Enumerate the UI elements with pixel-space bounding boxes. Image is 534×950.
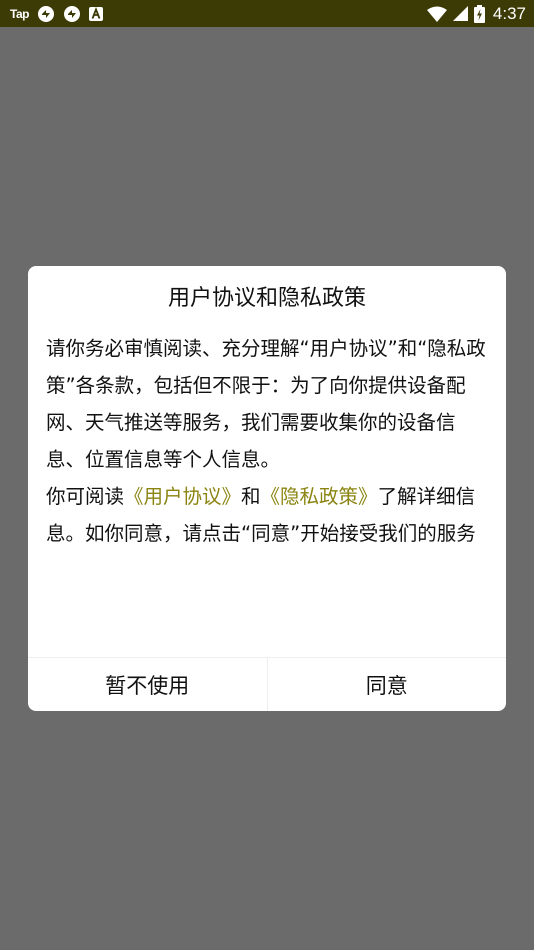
agree-button[interactable]: 同意 xyxy=(266,658,507,711)
dialog-title: 用户协议和隐私政策 xyxy=(167,286,366,311)
p2-middle-text: 和 xyxy=(241,485,261,508)
dialog-footer: 暂不使用 同意 xyxy=(28,657,506,711)
privacy-policy-link[interactable]: 《隐私政策》 xyxy=(261,485,378,508)
privacy-policy-dialog: 用户协议和隐私政策 请你务必审慎阅读、充分理解“用户协议”和“隐私政策”各条款，… xyxy=(28,266,506,711)
a-app-icon xyxy=(88,6,103,21)
dialog-paragraph-intro: 请你务必审慎阅读、充分理解“用户协议”和“隐私政策”各条款，包括但不限于：为了向… xyxy=(46,337,486,471)
status-time: 4:37 xyxy=(492,3,526,23)
wifi-icon xyxy=(426,6,447,22)
status-bar-left: Tap xyxy=(10,5,103,23)
dialog-body: 请你务必审慎阅读、充分理解“用户协议”和“隐私政策”各条款，包括但不限于：为了向… xyxy=(46,330,494,552)
decline-button[interactable]: 暂不使用 xyxy=(28,658,267,711)
status-bar: Tap 4:37 xyxy=(0,0,534,27)
battery-charging-icon xyxy=(473,4,485,23)
status-bar-right: 4:37 xyxy=(426,3,526,24)
sync-icon xyxy=(37,5,55,23)
dialog-paragraph-links: 你可阅读《用户协议》和《隐私政策》了解详细信息。如你同意，请点击“同意”开始接受… xyxy=(46,478,494,552)
signal-icon xyxy=(452,6,468,21)
user-agreement-link[interactable]: 《用户协议》 xyxy=(124,485,241,508)
sync-icon xyxy=(63,5,81,23)
tap-app-icon: Tap xyxy=(10,6,29,21)
p2-prefix-text: 你可阅读 xyxy=(46,485,125,508)
